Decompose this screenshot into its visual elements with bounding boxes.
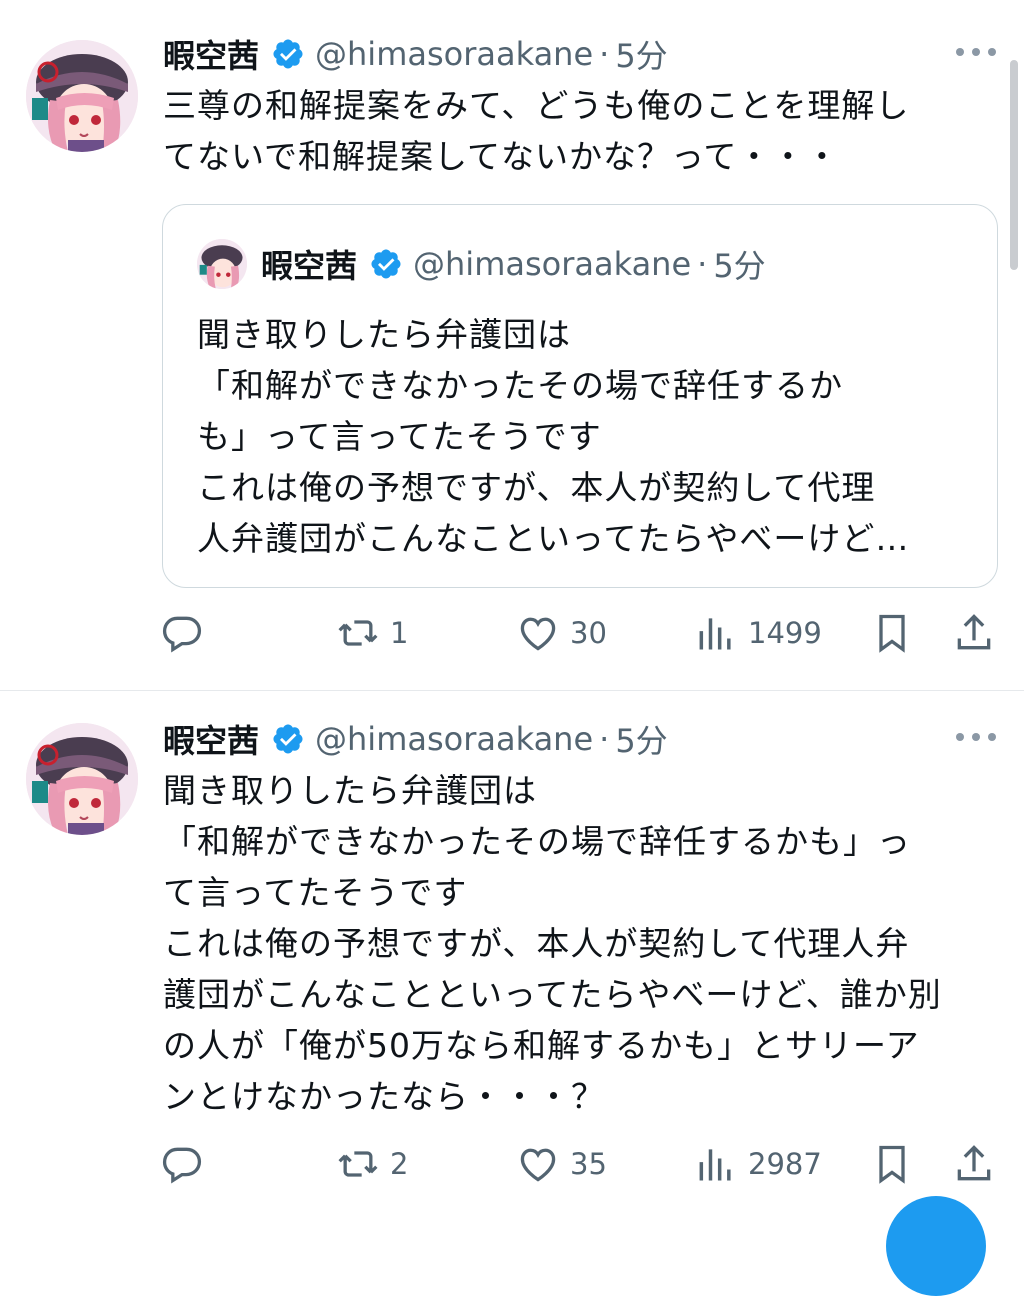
- avatar-image: [26, 723, 138, 835]
- avatar[interactable]: [26, 40, 138, 152]
- bookmark-icon: [879, 614, 905, 653]
- bookmark-button[interactable]: [870, 608, 914, 658]
- like-button[interactable]: 30: [516, 608, 607, 658]
- retweet-icon: [338, 620, 378, 646]
- action-bar: 2 35 2987: [160, 1139, 1000, 1189]
- verified-badge-icon: [273, 39, 303, 69]
- timestamp[interactable]: 5分: [615, 31, 667, 77]
- handle[interactable]: @himasoraakane: [315, 720, 593, 758]
- display-name[interactable]: 暇空茜: [163, 31, 259, 77]
- share-icon: [957, 1145, 991, 1181]
- reply-button[interactable]: [160, 1139, 204, 1189]
- tweet-text: 三尊の和解提案をみて、どうも俺のことを理解し てないで和解提案してないかな？って…: [163, 86, 910, 176]
- reply-icon: [162, 1147, 202, 1184]
- retweet-button[interactable]: 2: [336, 1139, 408, 1189]
- quoted-tweet-text: 聞き取りしたら弁護団は 「和解ができなかったその場で辞任するか も」って言ってた…: [197, 315, 910, 558]
- timestamp[interactable]: 5分: [615, 716, 667, 762]
- tweet-header: 暇空茜 @himasoraakane · 5分: [163, 715, 668, 763]
- reply-icon: [162, 616, 202, 653]
- views-button[interactable]: 2987: [694, 1139, 822, 1189]
- scrollbar[interactable]: [1010, 60, 1018, 270]
- retweet-count: 1: [390, 616, 409, 650]
- display-name[interactable]: 暇空茜: [163, 716, 259, 762]
- like-count: 30: [570, 616, 607, 650]
- bookmark-button[interactable]: [870, 1139, 914, 1189]
- tweet-header: 暇空茜 @himasoraakane · 5分: [163, 30, 668, 78]
- heart-icon: [520, 617, 556, 651]
- bookmark-icon: [879, 1145, 905, 1184]
- verified-badge-icon: [371, 249, 401, 279]
- view-count: 2987: [748, 1147, 822, 1181]
- tweet-text: 聞き取りしたら弁護団は 「和解ができなかったその場で辞任するかも」っ て言ってた…: [163, 771, 942, 1116]
- quoted-tweet[interactable]: 暇空茜 @himasoraakane · 5分 聞き取りしたら弁護団は 「和解が…: [162, 204, 998, 588]
- separator-dot: ·: [697, 245, 708, 283]
- views-bar-chart-icon: [699, 618, 731, 650]
- views-button[interactable]: 1499: [694, 608, 822, 658]
- share-icon: [957, 614, 991, 650]
- tweet[interactable]: 暇空茜 @himasoraakane · 5分 三尊の和解提案をみて、どうも俺の…: [0, 0, 1024, 690]
- more-icon[interactable]: [956, 40, 996, 64]
- retweet-button[interactable]: 1: [336, 608, 408, 658]
- more-icon[interactable]: [956, 725, 996, 749]
- retweet-count: 2: [390, 1147, 409, 1181]
- quoted-timestamp: 5分: [713, 247, 766, 285]
- quoted-avatar: [197, 239, 247, 289]
- separator-dot: ·: [599, 720, 610, 758]
- quoted-handle: @himasoraakane: [413, 245, 692, 283]
- views-bar-chart-icon: [699, 1149, 731, 1181]
- reply-button[interactable]: [160, 608, 204, 658]
- compose-button[interactable]: [886, 1196, 986, 1296]
- quoted-display-name: 暇空茜: [261, 247, 358, 285]
- quoted-tweet-header: 暇空茜 @himasoraakane · 5分: [197, 239, 766, 289]
- like-button[interactable]: 35: [516, 1139, 607, 1189]
- handle[interactable]: @himasoraakane: [315, 35, 593, 73]
- quoted-avatar-image: [197, 239, 247, 289]
- heart-icon: [520, 1148, 556, 1182]
- share-button[interactable]: [952, 608, 996, 658]
- retweet-icon: [338, 1151, 378, 1177]
- like-count: 35: [570, 1147, 607, 1181]
- action-bar: 1 30 1499: [160, 608, 1000, 658]
- view-count: 1499: [748, 616, 822, 650]
- tweet[interactable]: 暇空茜 @himasoraakane · 5分 聞き取りしたら弁護団は 「和解が…: [0, 691, 1024, 1217]
- avatar[interactable]: [26, 723, 138, 835]
- verified-badge-icon: [273, 724, 303, 754]
- avatar-image: [26, 40, 138, 152]
- share-button[interactable]: [952, 1139, 996, 1189]
- separator-dot: ·: [599, 35, 610, 73]
